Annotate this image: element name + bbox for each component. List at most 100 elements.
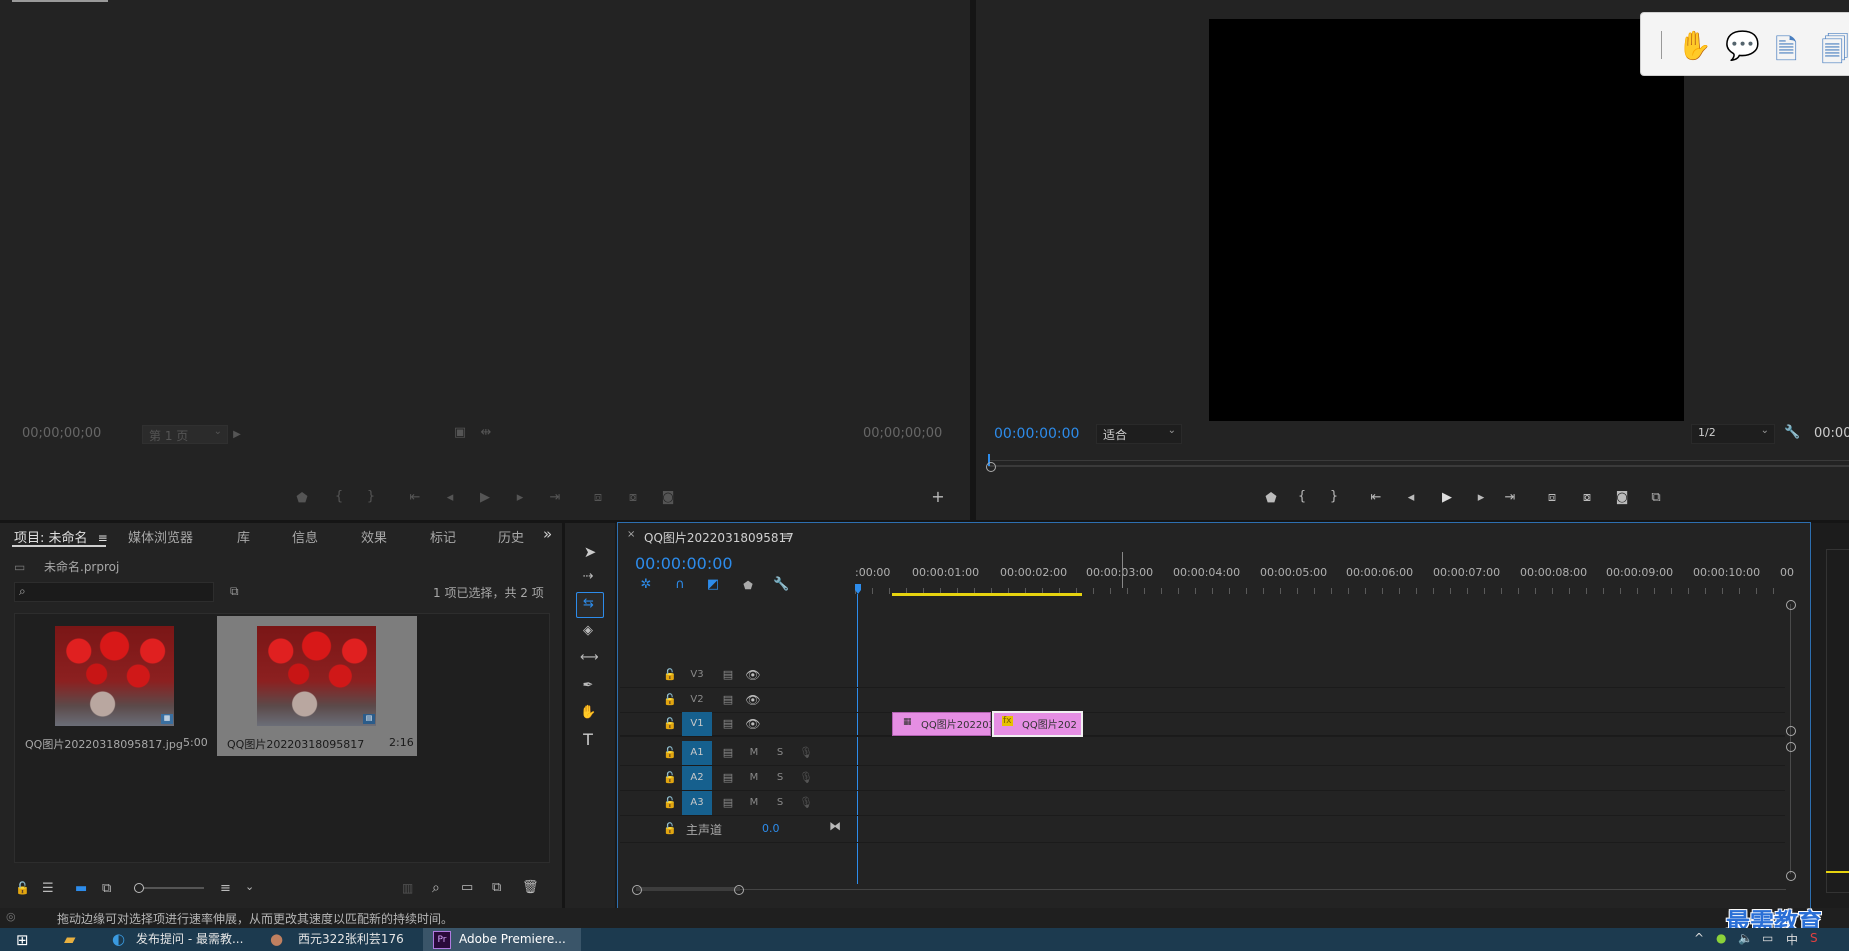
go-to-out-icon[interactable]: ⇥ bbox=[547, 491, 563, 505]
eye-icon[interactable]: 👁 bbox=[745, 717, 761, 731]
sync-lock-icon[interactable]: ▤ bbox=[720, 746, 736, 760]
selection-tool-icon[interactable]: ➤ bbox=[582, 545, 598, 560]
tab-project[interactable]: 项目: 未命名 ≡ bbox=[14, 527, 108, 546]
track-label-v2[interactable]: V2 bbox=[682, 688, 712, 712]
lift-icon[interactable]: ⧈ bbox=[1544, 491, 1560, 505]
marker-icon[interactable]: ⬟ bbox=[294, 492, 310, 506]
automate-to-sequence-icon[interactable]: ▥ bbox=[402, 881, 413, 895]
taskbar-item[interactable]: 发布提问 - 最需教... bbox=[136, 928, 243, 951]
comparison-view-icon[interactable]: ⧉ bbox=[1648, 491, 1664, 505]
taskbar-item-active[interactable]: Pr Adobe Premiere... bbox=[423, 928, 581, 951]
tab-effects[interactable]: 效果 bbox=[361, 527, 387, 546]
insert-icon[interactable]: ⧈ bbox=[590, 491, 606, 505]
horizontal-scroll-thumb[interactable] bbox=[636, 887, 740, 891]
horizontal-scroll-track[interactable] bbox=[636, 889, 1786, 890]
type-tool-icon[interactable]: T bbox=[580, 732, 596, 748]
zoom-slider[interactable] bbox=[134, 883, 204, 893]
tab-info[interactable]: 信息 bbox=[292, 527, 318, 546]
lock-icon[interactable]: 🔓 bbox=[662, 771, 678, 785]
source-page-dropdown[interactable]: 第 1 页 ⌄ bbox=[142, 425, 228, 444]
scroll-handle-mid2[interactable] bbox=[1786, 742, 1796, 752]
timeline-settings-wrench-icon[interactable]: 🔧 bbox=[773, 578, 789, 592]
tab-media-browser[interactable]: 媒体浏览器 bbox=[128, 527, 193, 546]
sync-lock-icon[interactable]: ▤ bbox=[720, 796, 736, 810]
solo-button[interactable]: S bbox=[772, 746, 788, 760]
vertical-scroll-track[interactable] bbox=[1790, 604, 1791, 874]
sync-lock-icon[interactable]: ▤ bbox=[720, 771, 736, 785]
go-to-in-icon[interactable]: ⇤ bbox=[1368, 491, 1384, 505]
resolution-dropdown[interactable]: 1/2 ⌄ bbox=[1691, 424, 1775, 444]
scroll-handle-mid[interactable] bbox=[1786, 726, 1796, 736]
windows-start-icon[interactable]: ⊞ bbox=[16, 931, 29, 949]
list-view-icon[interactable]: ☰ bbox=[42, 881, 54, 896]
clip[interactable]: ▦ QQ图片202203 bbox=[892, 712, 995, 736]
project-item[interactable]: ▦ QQ图片20220318095817.jpg 5:00 bbox=[15, 616, 215, 756]
scroll-handle-top[interactable] bbox=[1786, 600, 1796, 610]
document-search-icon[interactable]: 🗐 bbox=[1821, 29, 1849, 77]
lock-icon[interactable]: 🔓 bbox=[662, 668, 678, 682]
slip-tool-icon[interactable]: ⟷ bbox=[580, 651, 599, 665]
microphone-icon[interactable]: 🎙 bbox=[798, 746, 814, 760]
menu-icon[interactable]: ≡ bbox=[782, 529, 792, 543]
extract-icon[interactable]: ⧇ bbox=[1579, 491, 1595, 505]
scroll-right-handle[interactable] bbox=[734, 885, 744, 895]
step-back-icon[interactable]: ◂ bbox=[1403, 491, 1419, 505]
mute-button[interactable]: M bbox=[746, 771, 762, 785]
document-arrow-icon[interactable]: 🗎 bbox=[1775, 29, 1798, 77]
search-input[interactable]: ⌕ bbox=[14, 582, 214, 602]
chevron-down-icon[interactable]: ⌄ bbox=[245, 880, 254, 893]
tray-app-icon[interactable]: ● bbox=[1716, 931, 1726, 945]
work-area-bar[interactable] bbox=[892, 593, 1082, 596]
program-scrub-bar[interactable] bbox=[986, 452, 1849, 472]
solo-button[interactable]: S bbox=[772, 771, 788, 785]
mark-out-icon[interactable]: } bbox=[363, 490, 379, 504]
tab-history[interactable]: 历史 bbox=[498, 527, 524, 546]
tray-s-icon[interactable]: S bbox=[1810, 931, 1818, 945]
eye-icon[interactable]: 👁 bbox=[745, 693, 761, 707]
add-marker-icon[interactable]: ⬟ bbox=[740, 579, 756, 593]
overwrite-icon[interactable]: ⧇ bbox=[625, 491, 641, 505]
lock-icon[interactable]: 🔓 bbox=[15, 881, 30, 895]
mark-out-icon[interactable]: } bbox=[1326, 490, 1342, 504]
fit-dropdown[interactable]: 适合 ⌄ bbox=[1096, 424, 1182, 444]
avatar-icon[interactable]: ● bbox=[270, 930, 283, 948]
lock-icon[interactable]: 🔓 bbox=[662, 822, 678, 836]
track-label-a1[interactable]: A1 bbox=[682, 741, 712, 765]
new-bin-icon[interactable]: ▭ bbox=[461, 880, 473, 895]
sync-lock-icon[interactable]: ▤ bbox=[720, 693, 736, 707]
mark-in-icon[interactable]: { bbox=[331, 490, 347, 504]
hand-tool-icon[interactable]: ✋ bbox=[580, 706, 596, 720]
eye-icon[interactable]: 👁 bbox=[745, 668, 761, 682]
track-label-v1[interactable]: V1 bbox=[682, 712, 712, 736]
hand-icon[interactable]: ✋ bbox=[1677, 29, 1712, 62]
go-to-out-icon[interactable]: ⇥ bbox=[1502, 491, 1518, 505]
sort-icon[interactable]: ≡ bbox=[220, 881, 231, 896]
timeline-timecode[interactable]: 00:00:00:00 bbox=[635, 554, 733, 573]
file-explorer-icon[interactable]: ▰ bbox=[64, 930, 76, 948]
play-icon[interactable]: ▶ bbox=[477, 491, 493, 505]
pen-tool-icon[interactable]: ✒ bbox=[580, 679, 596, 693]
camera-icon[interactable]: ◙ bbox=[1614, 491, 1630, 505]
track-label-a3[interactable]: A3 bbox=[682, 791, 712, 815]
find-icon[interactable]: ⌕ bbox=[432, 880, 440, 896]
lock-icon[interactable]: 🔓 bbox=[662, 717, 678, 731]
mark-in-icon[interactable]: { bbox=[1294, 490, 1310, 504]
new-search-bin-icon[interactable]: ⧉ bbox=[230, 584, 239, 599]
razor-tool-icon[interactable]: ◈ bbox=[580, 624, 596, 638]
step-forward-icon[interactable]: ▸ bbox=[512, 491, 528, 505]
lock-icon[interactable]: 🔓 bbox=[662, 796, 678, 810]
microphone-icon[interactable]: 🎙 bbox=[798, 771, 814, 785]
trash-icon[interactable]: 🗑 bbox=[522, 880, 539, 895]
lock-icon[interactable]: 🔓 bbox=[662, 693, 678, 707]
sync-lock-icon[interactable]: ▤ bbox=[720, 668, 736, 682]
go-to-end-icon[interactable]: ⧓ bbox=[827, 819, 843, 833]
play-icon[interactable]: ▶ bbox=[1439, 491, 1455, 505]
master-volume-value[interactable]: 0.0 bbox=[762, 822, 780, 835]
speech-bubble-icon[interactable]: 💬 bbox=[1725, 29, 1760, 62]
snap-magnet-icon[interactable]: ∩ bbox=[672, 578, 688, 592]
tray-chevron-icon[interactable]: ^ bbox=[1694, 931, 1704, 945]
zoom-slider-handle[interactable] bbox=[134, 883, 144, 893]
menu-icon[interactable]: ≡ bbox=[98, 531, 108, 545]
browser-icon[interactable]: ◐ bbox=[112, 930, 125, 948]
step-back-icon[interactable]: ◂ bbox=[442, 491, 458, 505]
